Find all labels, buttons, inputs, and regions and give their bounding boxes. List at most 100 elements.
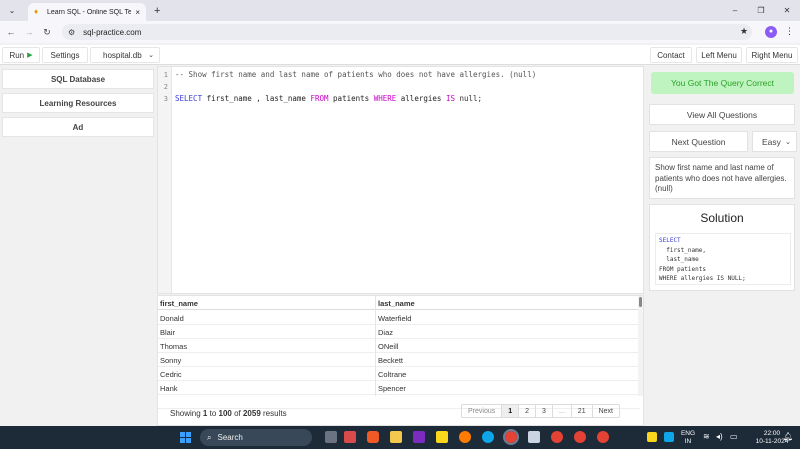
column-header[interactable]: first_name bbox=[160, 299, 198, 308]
onenote-icon[interactable] bbox=[413, 431, 425, 443]
sticky-notes-icon[interactable] bbox=[436, 431, 448, 443]
back-icon[interactable]: ← bbox=[2, 27, 20, 37]
editor-gutter: 1 2 3 bbox=[158, 67, 172, 293]
forward-icon[interactable]: → bbox=[20, 27, 38, 37]
database-select-value: hospital.db bbox=[103, 50, 142, 60]
summary-of: of bbox=[231, 409, 243, 418]
next-question-button[interactable]: Next Question bbox=[649, 131, 748, 152]
kw-from: FROM bbox=[310, 94, 329, 103]
url-text: sql-practice.com bbox=[83, 27, 142, 37]
table-cell: Diaz bbox=[378, 328, 394, 337]
brave-browser-icon[interactable] bbox=[367, 431, 379, 443]
language-label: ENG bbox=[680, 430, 696, 437]
browser-addressbar: ← → ↻ ⚙ sql-practice.com ★ ● ⋮ bbox=[0, 21, 800, 43]
new-tab-button[interactable]: + bbox=[154, 5, 160, 17]
code-null: null; bbox=[454, 94, 483, 103]
code-line-comment: -- Show first name and last name of pati… bbox=[175, 70, 537, 79]
solution-line: first_name, bbox=[659, 246, 706, 254]
site-info-icon[interactable]: ⚙ bbox=[68, 28, 75, 37]
language-indicator[interactable]: ENG IN bbox=[680, 430, 696, 445]
results-header: first_name last_name bbox=[158, 296, 640, 310]
line-number: 1 bbox=[163, 71, 168, 79]
sidebar-item-learning-resources[interactable]: Learning Resources bbox=[2, 93, 154, 113]
windows-start-icon[interactable] bbox=[180, 432, 191, 443]
tab-close-icon[interactable]: × bbox=[135, 8, 140, 17]
task-view-icon[interactable] bbox=[325, 431, 337, 443]
settings-button[interactable]: Settings bbox=[42, 47, 88, 63]
database-select[interactable]: hospital.db ⌄ bbox=[90, 47, 160, 63]
battery-icon[interactable]: ▭ bbox=[730, 433, 738, 441]
pagination-previous-button[interactable]: Previous bbox=[462, 405, 503, 417]
tray-app-icon[interactable] bbox=[664, 432, 674, 442]
table-cell: Hank bbox=[160, 384, 178, 393]
minimize-icon[interactable]: – bbox=[722, 6, 748, 15]
sidebar-item-ad[interactable]: Ad bbox=[2, 117, 154, 137]
search-icon: ⌕ bbox=[207, 432, 212, 442]
table-row: Donald Waterfield bbox=[158, 311, 640, 325]
chrome-icon[interactable] bbox=[597, 431, 609, 443]
results-panel: first_name last_name Donald Waterfield Bla… bbox=[157, 295, 644, 426]
difficulty-select[interactable]: Easy ⌄ bbox=[752, 131, 797, 152]
maximize-icon[interactable]: ❐ bbox=[748, 6, 774, 15]
column-header[interactable]: last_name bbox=[378, 299, 415, 308]
browser-tabstrip: ⌄ ♦ Learn SQL - Online SQL Termin × + – … bbox=[0, 0, 800, 21]
table-cell: Donald bbox=[160, 314, 184, 323]
reload-icon[interactable]: ↻ bbox=[38, 27, 56, 38]
sql-editor[interactable]: 1 2 3 -- Show first name and last name o… bbox=[157, 66, 644, 294]
left-menu-button[interactable]: Left Menu bbox=[696, 47, 742, 63]
table-cell: Sonny bbox=[160, 356, 182, 365]
right-menu-button[interactable]: Right Menu bbox=[746, 47, 798, 63]
summary-prefix: Showing bbox=[170, 409, 203, 418]
run-button[interactable]: Run ▶ bbox=[2, 47, 40, 63]
kw-is: IS bbox=[445, 94, 455, 103]
chrome-icon[interactable] bbox=[574, 431, 586, 443]
code-col: allergies bbox=[396, 94, 446, 103]
browser-menu-icon[interactable]: ⋮ bbox=[785, 26, 794, 37]
scrollbar-thumb[interactable] bbox=[639, 297, 642, 307]
taskbar-search-label: Search bbox=[217, 433, 243, 442]
volume-icon[interactable]: ◂) bbox=[716, 433, 723, 441]
pagination: Previous 1 2 3 ... 21 Next bbox=[461, 404, 620, 418]
close-window-icon[interactable]: ✕ bbox=[774, 6, 800, 15]
profile-avatar-icon[interactable]: ● bbox=[765, 26, 777, 38]
wifi-icon[interactable]: ≋ bbox=[703, 433, 710, 441]
chrome-icon[interactable] bbox=[551, 431, 563, 443]
sidebar-item-sql-database[interactable]: SQL Database bbox=[2, 69, 154, 89]
pagination-next-button[interactable]: Next bbox=[593, 405, 619, 417]
app-icon[interactable] bbox=[344, 431, 356, 443]
app-icon[interactable] bbox=[528, 431, 540, 443]
edge-icon[interactable] bbox=[482, 431, 494, 443]
pagination-page-3[interactable]: 3 bbox=[536, 405, 553, 417]
table-cell: Beckett bbox=[378, 356, 404, 365]
contact-button[interactable]: Contact bbox=[650, 47, 692, 63]
pagination-page-2[interactable]: 2 bbox=[519, 405, 537, 417]
view-all-questions-button[interactable]: View All Questions bbox=[649, 104, 795, 125]
difficulty-value: Easy bbox=[762, 136, 781, 147]
tab-title: Learn SQL - Online SQL Termin bbox=[47, 8, 132, 16]
table-row: Thomas ONeill bbox=[158, 339, 640, 353]
column-divider bbox=[375, 296, 376, 396]
pagination-ellipsis: ... bbox=[553, 405, 572, 417]
table-row: Blair Diaz bbox=[158, 325, 640, 339]
browser-tab[interactable]: ♦ Learn SQL - Online SQL Termin × bbox=[28, 3, 146, 21]
line-number: 2 bbox=[163, 83, 168, 91]
code-cols: first_name , last_name bbox=[202, 94, 311, 103]
table-cell: Thomas bbox=[160, 342, 188, 351]
chrome-active-icon[interactable] bbox=[503, 429, 519, 445]
firefox-icon[interactable] bbox=[459, 431, 471, 443]
pagination-page-1[interactable]: 1 bbox=[502, 405, 520, 417]
taskbar-search[interactable]: ⌕ Search bbox=[200, 429, 312, 446]
pagination-page-21[interactable]: 21 bbox=[572, 405, 593, 417]
url-bar[interactable]: ⚙ sql-practice.com bbox=[62, 24, 752, 40]
file-explorer-icon[interactable] bbox=[390, 431, 402, 443]
notification-app-icon[interactable] bbox=[647, 432, 657, 442]
bookmark-star-icon[interactable]: ★ bbox=[740, 26, 748, 37]
results-scrollbar[interactable] bbox=[638, 296, 643, 396]
results-total: 2059 bbox=[242, 409, 261, 418]
tab-search-icon[interactable]: ⌄ bbox=[4, 3, 20, 19]
notifications-bell-icon[interactable]: 🔔︎ bbox=[783, 433, 793, 441]
summary-suffix: results bbox=[260, 409, 287, 418]
run-label: Run bbox=[9, 50, 25, 60]
kw-where: WHERE bbox=[373, 94, 397, 103]
code-line-query: SELECT first_name , last_name FROM patie… bbox=[175, 94, 482, 103]
